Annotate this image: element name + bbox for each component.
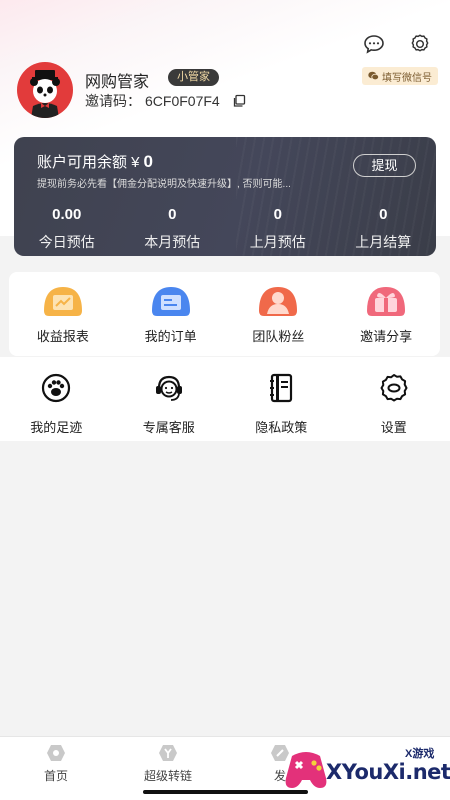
gear-icon[interactable] bbox=[408, 32, 432, 56]
balance-title: 账户可用余额 ¥0 bbox=[37, 151, 153, 172]
header-actions bbox=[362, 32, 432, 56]
earnings-stats: 0.00 今日预估 0 本月预估 0 上月预估 0 上月结算 bbox=[14, 206, 436, 252]
watermark-text: XYouXi.net bbox=[326, 760, 450, 784]
tab-label: 超级转链 bbox=[143, 769, 192, 783]
balance-amount: 0 bbox=[143, 152, 153, 171]
balance-card: 账户可用余额 ¥0 提现前务必先看【佣金分配说明及快速升级】, 否则可能... … bbox=[14, 137, 436, 256]
stat-label: 上月预估 bbox=[249, 234, 306, 250]
menu-label: 收益报表 bbox=[36, 329, 89, 344]
menu-label: 专属客服 bbox=[142, 420, 195, 435]
watermark-small-text: X游戏 bbox=[405, 748, 435, 760]
level-badge: 小管家 bbox=[168, 69, 219, 86]
invite-label: 邀请码： bbox=[85, 93, 141, 109]
balance-title-label: 账户可用余额 ¥ bbox=[37, 154, 140, 171]
invite-code: 6CF0F07F4 bbox=[145, 93, 220, 109]
menu-label: 我的订单 bbox=[144, 329, 197, 344]
stat-last-month[interactable]: 0 上月预估 bbox=[225, 206, 331, 252]
order-list-icon bbox=[148, 283, 194, 319]
menu-label: 隐私政策 bbox=[255, 420, 308, 435]
gift-share-icon bbox=[363, 283, 409, 319]
user-name: 网购管家 bbox=[85, 74, 150, 91]
stat-label: 上月结算 bbox=[355, 234, 412, 250]
menu-earnings-report[interactable]: 收益报表 bbox=[9, 272, 117, 356]
paw-footprint-icon bbox=[33, 370, 79, 406]
customer-service-icon bbox=[146, 370, 192, 406]
stat-value: 0 bbox=[379, 206, 388, 223]
menu-my-orders[interactable]: 我的订单 bbox=[117, 272, 225, 356]
menu-invite-share[interactable]: 邀请分享 bbox=[332, 272, 440, 356]
menu-label: 邀请分享 bbox=[360, 329, 413, 344]
tab-home[interactable]: 首页 bbox=[0, 737, 112, 800]
stat-value: 0 bbox=[168, 206, 177, 223]
stat-today[interactable]: 0.00 今日预估 bbox=[14, 206, 120, 252]
avatar[interactable] bbox=[17, 62, 73, 118]
menu-label: 我的足迹 bbox=[30, 420, 83, 435]
stat-label: 今日预估 bbox=[38, 234, 95, 250]
notebook-icon bbox=[258, 370, 304, 406]
wechat-fill-button[interactable]: 填写微信号 bbox=[362, 67, 438, 85]
wechat-button-label: 填写微信号 bbox=[382, 72, 432, 84]
primary-menu: 收益报表 我的订单 团队粉丝 邀请分享 bbox=[9, 272, 440, 356]
home-indicator bbox=[143, 790, 308, 794]
menu-privacy-policy[interactable]: 隐私政策 bbox=[225, 357, 338, 441]
link-convert-icon bbox=[159, 745, 177, 761]
menu-label: 设置 bbox=[380, 420, 407, 435]
menu-team-fans[interactable]: 团队粉丝 bbox=[225, 272, 333, 356]
tab-label: 首页 bbox=[43, 769, 68, 783]
stat-last-month-settled[interactable]: 0 上月结算 bbox=[331, 206, 437, 252]
copy-icon[interactable] bbox=[232, 94, 246, 108]
chat-bubble-icon[interactable] bbox=[362, 32, 386, 56]
withdraw-notice[interactable]: 提现前务必先看【佣金分配说明及快速升级】, 否则可能... bbox=[37, 175, 291, 190]
gear-icon bbox=[371, 370, 417, 406]
menu-customer-service[interactable]: 专属客服 bbox=[113, 357, 226, 441]
menu-label: 团队粉丝 bbox=[252, 329, 305, 344]
stat-value: 0.00 bbox=[52, 206, 82, 223]
withdraw-button[interactable]: 提现 bbox=[353, 154, 416, 177]
invite-code-row: 邀请码： 6CF0F07F4 bbox=[85, 91, 246, 111]
stat-value: 0 bbox=[273, 206, 282, 223]
stat-this-month[interactable]: 0 本月预估 bbox=[120, 206, 226, 252]
secondary-menu: 我的足迹 专属客服 隐私政策 设置 bbox=[0, 357, 450, 441]
user-team-icon bbox=[255, 283, 301, 319]
stat-label: 本月预估 bbox=[144, 234, 201, 250]
home-icon bbox=[47, 745, 65, 761]
chart-report-icon bbox=[40, 283, 86, 319]
menu-my-footprints[interactable]: 我的足迹 bbox=[0, 357, 113, 441]
menu-settings[interactable]: 设置 bbox=[338, 357, 450, 441]
wechat-icon bbox=[368, 71, 379, 81]
